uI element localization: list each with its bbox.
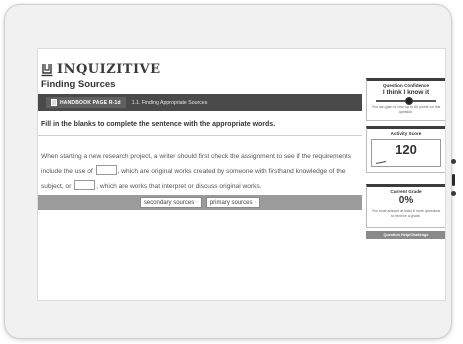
activity-score-card: Activity Score 120 <box>366 126 445 173</box>
answer-chip-primary-sources[interactable]: primary sources ° <box>205 197 261 208</box>
app-logo: INQUIZITIVE <box>41 62 161 77</box>
answer-blank-2[interactable] <box>74 180 96 190</box>
activity-score-value: 120 <box>395 142 417 157</box>
question-text: When starting a new research project, a … <box>41 149 361 194</box>
current-grade-value: 0% <box>398 195 414 206</box>
handbook-page-button[interactable]: HANDBOOK PAGE R-1d <box>46 97 126 108</box>
app-screen: INQUIZITIVE Finding Sources HANDBOOK PAG… <box>37 48 446 301</box>
tablet-frame: INQUIZITIVE Finding Sources HANDBOOK PAG… <box>4 4 456 339</box>
tablet-sensor-dot <box>451 191 456 196</box>
answer-chip-label: primary sources <box>209 199 253 206</box>
answer-chip-secondary-sources[interactable]: secondary sources ° <box>139 197 202 208</box>
divider <box>38 135 362 136</box>
tablet-sensor-dot <box>451 159 456 164</box>
confidence-value: I think I know it <box>382 89 430 96</box>
answer-choices-bar: secondary sources ° primary sources ° <box>38 195 362 210</box>
score-trend-line <box>376 160 386 165</box>
question-confidence-card: Question Confidence I think I know it Yo… <box>366 78 445 121</box>
tablet-home-button[interactable] <box>452 174 455 186</box>
handbook-page-label: HANDBOOK PAGE R-1d <box>60 99 121 106</box>
logo-text: INQUIZITIVE <box>57 62 161 77</box>
question-help-button[interactable]: Question Help/Challenge <box>366 231 445 239</box>
handbook-bar: HANDBOOK PAGE R-1d 1.1. Finding Appropri… <box>38 94 362 111</box>
confidence-slider[interactable] <box>376 97 436 105</box>
page-title: Finding Sources <box>41 79 116 90</box>
drag-handle-icon: ° <box>254 200 257 205</box>
current-grade-note: You must answer at least 8 more question… <box>371 209 441 218</box>
handbook-section-link[interactable]: 1.1. Finding Appropriate Sources <box>132 100 208 106</box>
answer-chip-label: secondary sources <box>143 199 195 206</box>
confidence-title: Question Confidence <box>382 83 430 88</box>
question-text-part-3: , which are works that interpret or disc… <box>96 183 262 190</box>
book-icon <box>51 99 57 106</box>
activity-score-title: Activity Score <box>390 131 422 136</box>
activity-score-box: 120 <box>371 139 441 167</box>
current-grade-title: Current Grade <box>390 189 422 194</box>
question-instructions: Fill in the blanks to complete the sente… <box>41 121 276 128</box>
answer-blank-1[interactable] <box>95 165 117 175</box>
current-grade-card: Current Grade 0% You must answer at leas… <box>366 184 445 228</box>
confidence-slider-knob[interactable] <box>405 97 413 105</box>
logo-icon <box>41 63 53 76</box>
drag-handle-icon: ° <box>196 200 198 205</box>
confidence-note: You can gain or lose up to 60 points on … <box>371 105 441 114</box>
